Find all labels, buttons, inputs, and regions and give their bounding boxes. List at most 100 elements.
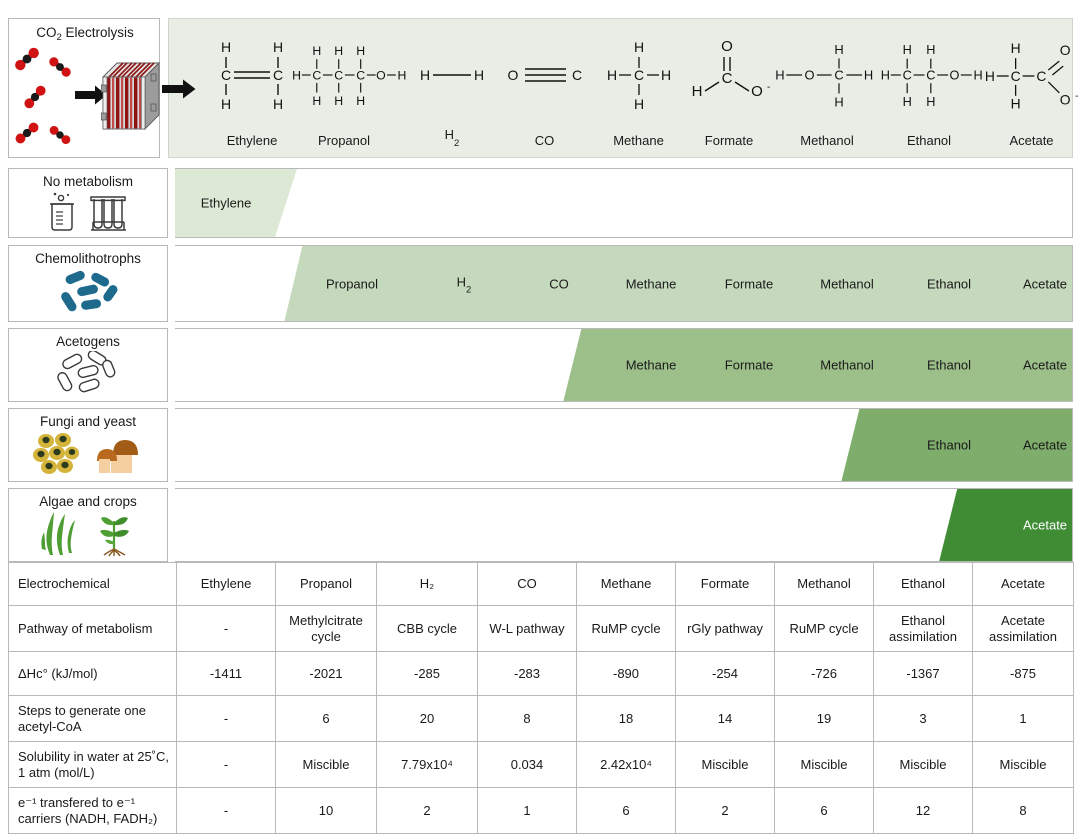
table-cell: 0.034 xyxy=(477,741,577,788)
organism-icon-group xyxy=(9,425,167,477)
table-cell: - xyxy=(176,787,276,834)
organism-row-chemolithotrophs: Chemolithotrophs Propanol H2 CO Methane … xyxy=(8,245,1073,322)
table-cell: 20 xyxy=(376,695,478,742)
organism-label-box: Acetogens xyxy=(8,328,168,402)
table-cell: Miscible xyxy=(972,741,1074,788)
table-cell: 1 xyxy=(972,695,1074,742)
electrolysis-title: CO2 Electrolysis xyxy=(36,25,134,43)
svg-text:H: H xyxy=(903,94,912,109)
band-item-label: Formate xyxy=(724,276,774,291)
algae-icon xyxy=(41,512,75,555)
table-cell: -285 xyxy=(376,651,478,696)
band-item-label: Acetate xyxy=(1022,517,1068,533)
band-item-label: Methane xyxy=(625,276,677,291)
svg-text:C: C xyxy=(334,68,343,82)
svg-text:H: H xyxy=(660,67,670,83)
table-col-header: Ethylene xyxy=(176,562,276,606)
table-col-header: Propanol xyxy=(275,562,377,606)
table-cell: - xyxy=(176,605,276,652)
table-cell: 1 xyxy=(477,787,577,834)
svg-text:C: C xyxy=(633,67,643,83)
band-item-label: Methane xyxy=(625,357,677,373)
svg-text:C: C xyxy=(926,68,935,83)
table-cell: -2021 xyxy=(275,651,377,696)
table-cell: 6 xyxy=(774,787,874,834)
organism-band xyxy=(939,489,1072,561)
table-cell: - xyxy=(176,741,276,788)
table-row-label: ΔHᴄ° (kJ/mol) xyxy=(8,651,177,696)
organism-icon-group xyxy=(9,181,167,233)
table-cell: Methylcitrate cycle xyxy=(275,605,377,652)
table-cell: -726 xyxy=(774,651,874,696)
acetate-structure-icon: H HCC H O O - xyxy=(974,27,1080,123)
svg-text:C: C xyxy=(903,68,912,83)
table-cell: 6 xyxy=(275,695,377,742)
crop-seedling-icon xyxy=(100,517,129,557)
test-tubes-icon xyxy=(90,196,126,231)
svg-text:H: H xyxy=(312,94,321,108)
table-cell: -875 xyxy=(972,651,1074,696)
table-cell: Miscible xyxy=(873,741,973,788)
product-cell-propanol: HHH H CCC OH HHH Propanol xyxy=(279,19,409,159)
table-cell: 2.42x10⁴ xyxy=(576,741,676,788)
table-cell: rGly pathway xyxy=(675,605,775,652)
organism-band-track: Acetate xyxy=(175,488,1073,562)
table-row: e⁻¹ transfered to e⁻¹ carriers (NADH, FA… xyxy=(8,787,1074,834)
products-panel: HH CC HH Ethylene HHH H C C C O H H H H … xyxy=(162,18,1078,159)
organism-band-track: Methane Formate Methanol Ethanol Acetate xyxy=(175,328,1073,402)
table-cell: 2 xyxy=(376,787,478,834)
svg-text:H: H xyxy=(633,39,643,55)
svg-text:H: H xyxy=(692,83,703,100)
svg-text:O: O xyxy=(751,83,763,100)
table-row: Pathway of metabolism - Methylcitrate cy… xyxy=(8,605,1074,652)
table-cell: 19 xyxy=(774,695,874,742)
organism-label-box: No metabolism xyxy=(8,168,168,238)
svg-text:O: O xyxy=(804,68,814,83)
svg-text:H: H xyxy=(926,94,935,109)
co2-molecules-icon xyxy=(15,47,71,145)
band-item-label: Acetate xyxy=(1022,357,1068,373)
svg-text:H: H xyxy=(606,67,616,83)
organism-row-no-metabolism: No metabolism Ethylene xyxy=(8,168,1073,238)
band-item-label: Ethanol xyxy=(926,357,972,373)
product-label: Ethanol xyxy=(906,133,952,148)
table-row: Solubility in water at 25˚C, 1 atm (mol/… xyxy=(8,741,1074,788)
table-cell: -890 xyxy=(576,651,676,696)
svg-text:H: H xyxy=(775,68,784,83)
svg-text:O: O xyxy=(1060,42,1071,58)
svg-text:O: O xyxy=(721,38,733,55)
table-col-header: Methanol xyxy=(774,562,874,606)
table-row: ΔHᴄ° (kJ/mol) -1411 -2021 -285 -283 -890… xyxy=(8,651,1074,696)
svg-text:O: O xyxy=(950,68,960,83)
table-cell: 6 xyxy=(576,787,676,834)
organism-row-algae-crops: Algae and crops Acetate xyxy=(8,488,1073,562)
band-item-label: Methanol xyxy=(820,276,874,291)
propanol-structure-icon: HHH H CCC OH HHH xyxy=(279,27,409,123)
svg-text:H: H xyxy=(221,39,231,55)
organism-label-box: Fungi and yeast xyxy=(8,408,168,482)
svg-text:H: H xyxy=(356,94,365,108)
table-cell: RuMP cycle xyxy=(576,605,676,652)
product-label: Acetate xyxy=(1009,133,1054,148)
table-cell: 14 xyxy=(675,695,775,742)
svg-text:C: C xyxy=(221,67,231,83)
table-cell: 12 xyxy=(873,787,973,834)
table-cell: Miscible xyxy=(275,741,377,788)
organism-icon-group xyxy=(9,265,167,317)
organism-label-box: Algae and crops xyxy=(8,488,168,562)
table-row-label: Steps to generate one acetyl-CoA xyxy=(8,695,177,742)
svg-text:H: H xyxy=(221,96,231,112)
svg-text:H: H xyxy=(334,94,343,108)
properties-table: Electrochemical Ethylene Propanol H₂ CO … xyxy=(8,562,1074,834)
svg-text:H: H xyxy=(903,42,912,57)
beaker-icon xyxy=(50,192,74,231)
band-item-label: Ethanol xyxy=(926,437,972,453)
table-col-header: CO xyxy=(477,562,577,606)
band-item-label: Propanol xyxy=(325,276,379,291)
svg-text:H: H xyxy=(334,44,343,58)
product-cell-acetate: H HCC H O O - Acetate xyxy=(974,19,1080,159)
svg-text:-: - xyxy=(1075,91,1078,102)
organism-row-acetogens: Acetogens Methane Formate Methanol Ethan… xyxy=(8,328,1073,402)
table-col-header: H₂ xyxy=(376,562,478,606)
table-cell: W-L pathway xyxy=(477,605,577,652)
